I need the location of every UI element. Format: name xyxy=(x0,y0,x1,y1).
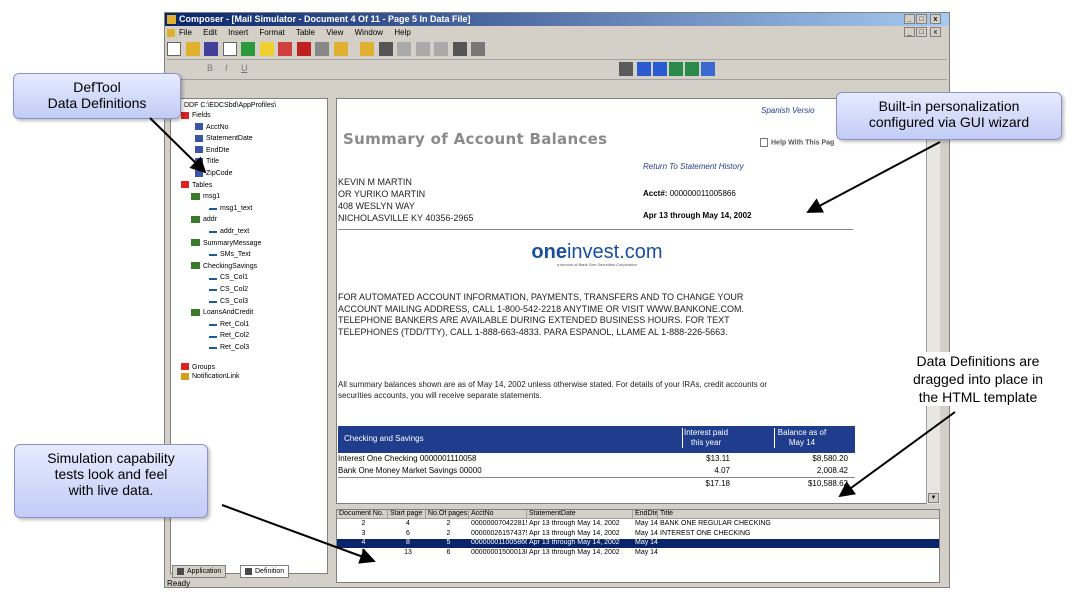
builtin-arrow xyxy=(806,141,941,213)
dragged-arrow xyxy=(838,411,956,498)
callout-arrows xyxy=(149,117,956,564)
deftool-arrow xyxy=(149,117,207,174)
simulation-arrow xyxy=(221,504,376,564)
